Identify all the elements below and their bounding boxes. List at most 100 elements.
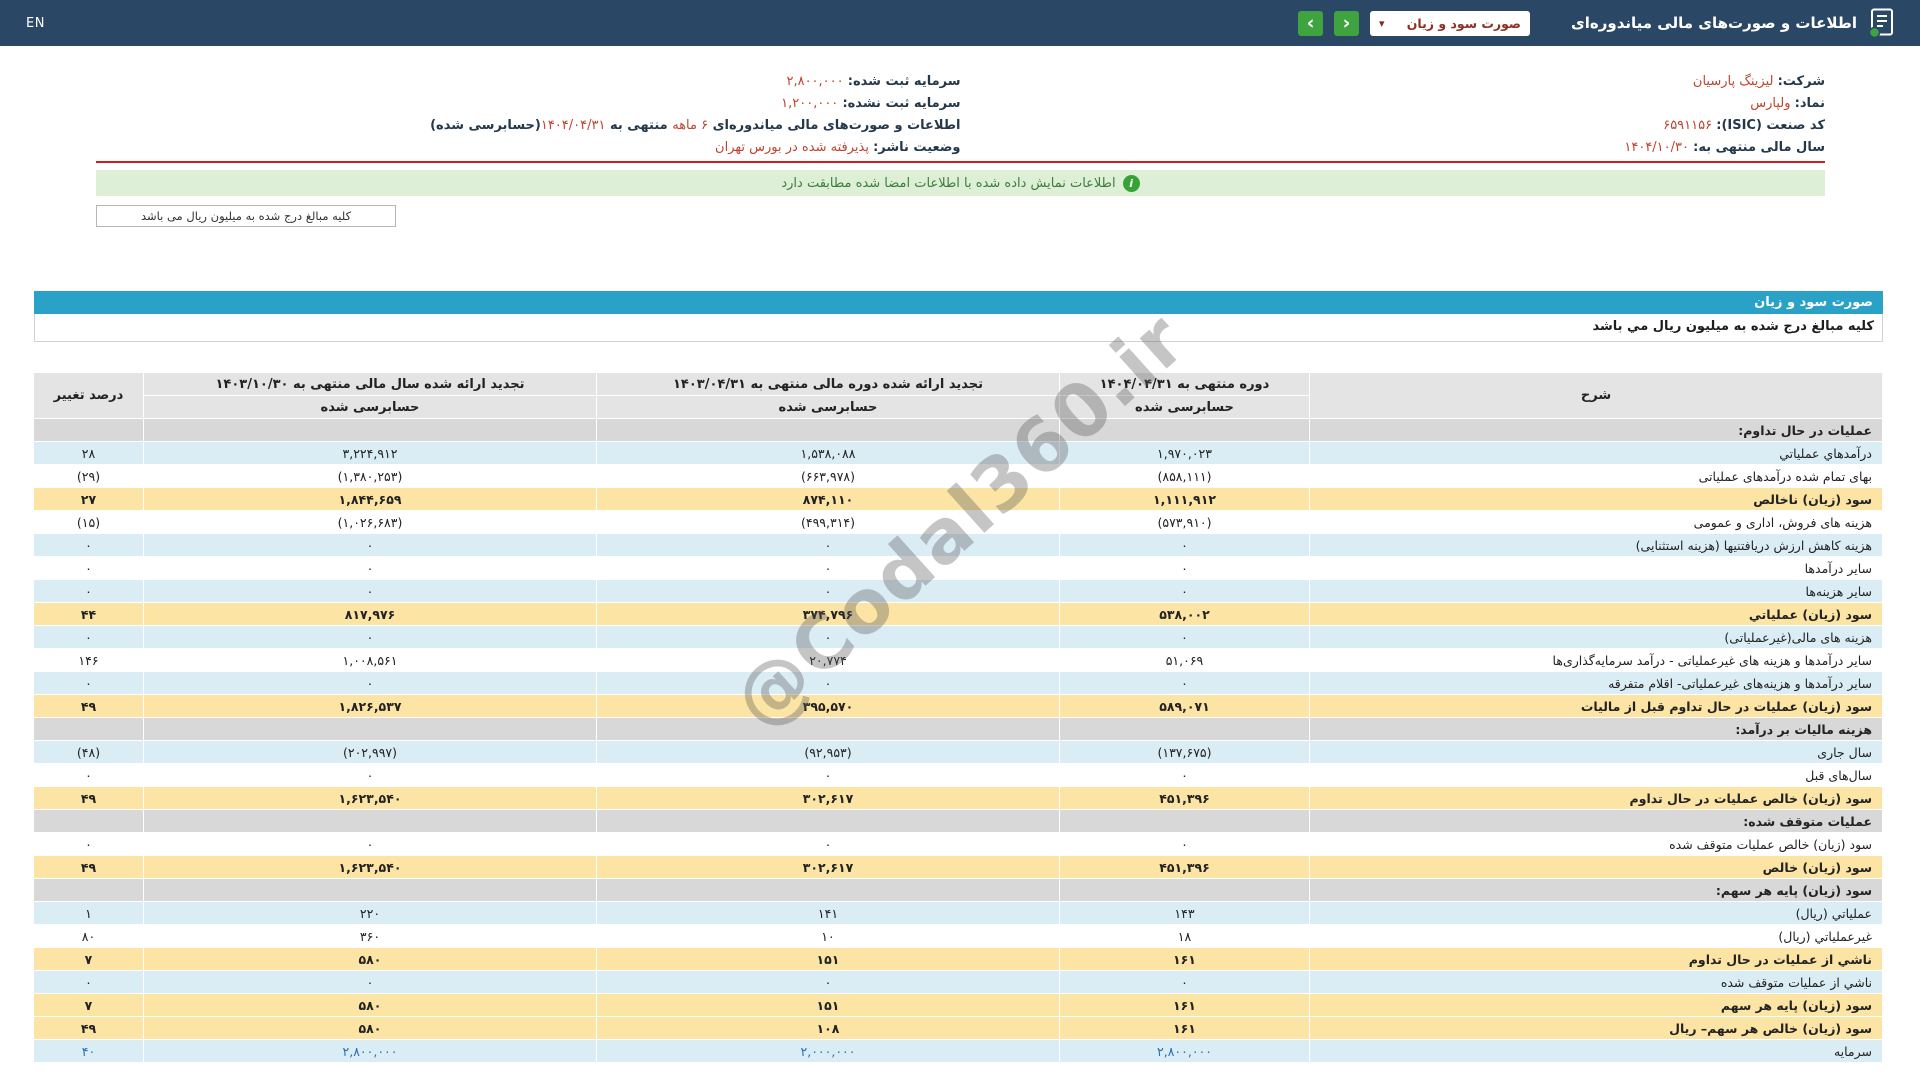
value-pct-change: ۰ xyxy=(33,556,144,580)
value-pct-change: ۰ xyxy=(33,533,144,557)
table-row: غیرعملیاتي (ریال) ۱۸ ۱۰ ۳۶۰ ۸۰ xyxy=(33,924,1883,948)
table-row: سایر درآمدها و هزینه های غیرعملیاتی - در… xyxy=(33,648,1883,672)
value-pct-change: ۰ xyxy=(33,625,144,649)
row-label: درآمدهاي عملیاتي xyxy=(1309,441,1883,465)
value-prior-year: ۰ xyxy=(143,832,597,856)
company-name: لیزینگ پارسیان xyxy=(1692,74,1774,89)
value-prior-period: ۰ xyxy=(596,671,1060,695)
value-pct-change: ۱ xyxy=(33,901,144,925)
unit-note-box: کلیه مبالغ درج شده به میلیون ریال می باش… xyxy=(96,205,396,227)
value-current-period: ۱۶۱ xyxy=(1059,1016,1310,1040)
column-header-description: شرح xyxy=(1309,372,1883,419)
value-pct-change xyxy=(33,418,144,442)
top-header-bar: اطلاعات و صورت‌های مالی میاندوره‌ای صورت… xyxy=(0,0,1920,46)
value-current-period xyxy=(1059,717,1310,741)
value-prior-period: ۱۵۱ xyxy=(596,947,1060,971)
value-prior-period xyxy=(596,418,1060,442)
table-row: بهای تمام شده درآمدهای عملیاتی (۸۵۸,۱۱۱)(… xyxy=(33,464,1883,488)
value-prior-period: (۴۹۹,۳۱۴) xyxy=(596,510,1060,534)
table-row: سود (زیان) خالص هر سهم– ریال ۱۶۱ ۱۰۸ ۵۸۰ ۴۹ xyxy=(33,1016,1883,1040)
value-current-period: ۰ xyxy=(1059,832,1310,856)
value-prior-period: ۱۴۱ xyxy=(596,901,1060,925)
value-current-period xyxy=(1059,878,1310,902)
table-row: سایر درآمدها ۰ ۰ ۰ ۰ xyxy=(33,556,1883,580)
value-current-period: ۱۶۱ xyxy=(1059,993,1310,1017)
column-header-prior-year: تجدید ارائه شده سال مالی منتهی به ۱۴۰۳/۱… xyxy=(143,372,597,396)
registered-capital-value: ۲,۸۰۰,۰۰۰ xyxy=(786,74,844,89)
table-row: هزینه های فروش، اداری و عمومی (۵۷۳,۹۱۰) (۴… xyxy=(33,510,1883,534)
fiscal-year-value: ۱۴۰۴/۱۰/۳۰ xyxy=(1624,140,1689,155)
fiscal-year-label: سال مالی منتهی به: xyxy=(1693,140,1825,155)
period-row: اطلاعات و صورت‌های مالی میاندوره‌ای ۶ ما… xyxy=(96,115,960,137)
registered-capital-row: سرمایه ثبت شده: ۲,۸۰۰,۰۰۰ xyxy=(96,71,960,93)
section-label: عملیات در حال تداوم: xyxy=(1309,418,1883,442)
value-prior-year xyxy=(143,878,597,902)
row-label: سال‌های قبل xyxy=(1309,763,1883,787)
value-current-period: ۰ xyxy=(1059,579,1310,603)
value-pct-change: ۷ xyxy=(33,947,144,971)
value-prior-year: ۱,۶۲۳,۵۴۰ xyxy=(143,786,597,810)
value-current-period: ۱۸ xyxy=(1059,924,1310,948)
value-current-period: ۰ xyxy=(1059,970,1310,994)
row-label: هزینه کاهش ارزش دریافتنیها (هزینه استثنا… xyxy=(1309,533,1883,557)
info-icon: i xyxy=(1122,174,1140,192)
page-title: اطلاعات و صورت‌های مالی میاندوره‌ای xyxy=(1571,14,1857,32)
row-label: سرمایه xyxy=(1309,1039,1883,1063)
value-prior-year: ۰ xyxy=(143,556,597,580)
value-prior-year: ۱,۶۲۳,۵۴۰ xyxy=(143,855,597,879)
table-row: سود (زیان) خالص ۴۵۱,۳۹۶ ۳۰۲,۶۱۷ ۱,۶۲۳,۵۴۰ ۴۹ xyxy=(33,855,1883,879)
value-prior-year: ۳,۲۲۴,۹۱۲ xyxy=(143,441,597,465)
row-label: سود (زیان) عملیات در حال تداوم قبل از ما… xyxy=(1309,694,1883,718)
value-pct-change: (۱۵) xyxy=(33,510,144,534)
value-pct-change: ۲۷ xyxy=(33,487,144,511)
audited-label-prior-year: حسابرسی شده xyxy=(143,395,597,419)
value-prior-period: ۸۷۴,۱۱۰ xyxy=(596,487,1060,511)
unit-note-wrapper: کلیه مبالغ درج شده به میلیون ریال می باش… xyxy=(96,205,1825,227)
table-row: سود (زیان) پایه هر سهم ۱۶۱ ۱۵۱ ۵۸۰ ۷ xyxy=(33,993,1883,1017)
table-row: سال‌های قبل ۰ ۰ ۰ ۰ xyxy=(33,763,1883,787)
audited-label-prior-period: حسابرسی شده xyxy=(596,395,1060,419)
language-toggle-en[interactable]: EN xyxy=(26,16,45,31)
value-pct-change: ۰ xyxy=(33,832,144,856)
value-current-period: ۱۶۱ xyxy=(1059,947,1310,971)
column-header-pct-change: درصد تغییر xyxy=(33,372,144,419)
row-label: سود (زیان) خالص xyxy=(1309,855,1883,879)
section-label: هزینه مالیات بر درآمد: xyxy=(1309,717,1883,741)
value-current-period[interactable]: ۲,۸۰۰,۰۰۰ xyxy=(1059,1039,1310,1063)
value-prior-year: ۰ xyxy=(143,763,597,787)
row-label: هزینه های مالی(غیرعملیاتی) xyxy=(1309,625,1883,649)
value-current-period: ۵۸۹,۰۷۱ xyxy=(1059,694,1310,718)
value-prior-period: ۰ xyxy=(596,763,1060,787)
table-row: سود (زيان) عملیاتي ۵۳۸,۰۰۲ ۳۷۴,۷۹۶ ۸۱۷,۹۷۶ ۴… xyxy=(33,602,1883,626)
statement-section: صورت سود و زیان کلیه مبالغ درج شده به می… xyxy=(33,291,1883,1063)
value-prior-period: ۰ xyxy=(596,556,1060,580)
value-current-period: (۱۳۷,۶۷۵) xyxy=(1059,740,1310,764)
income-statement-table: شرح دوره منتهی به ۱۴۰۴/۰۴/۳۱ تجدید ارائه… xyxy=(33,372,1883,1063)
prev-statement-button[interactable]: ‹ xyxy=(1334,10,1360,36)
row-label: سود (زیان) خالص عملیات متوقف شده xyxy=(1309,832,1883,856)
value-pct-change: ۰ xyxy=(33,970,144,994)
value-prior-year: ۰ xyxy=(143,625,597,649)
row-label: سایر درآمدها و هزینه های غیرعملیاتی - در… xyxy=(1309,648,1883,672)
value-prior-year[interactable]: ۲,۸۰۰,۰۰۰ xyxy=(143,1039,597,1063)
column-header-current-period: دوره منتهی به ۱۴۰۴/۰۴/۳۱ xyxy=(1059,372,1310,396)
value-prior-year: ۱,۸۲۶,۵۳۷ xyxy=(143,694,597,718)
row-label: سود (زیان) خالص هر سهم– ریال xyxy=(1309,1016,1883,1040)
next-statement-button[interactable]: › xyxy=(1298,10,1324,36)
value-prior-period: ۳۰۲,۶۱۷ xyxy=(596,786,1060,810)
value-prior-year: ۰ xyxy=(143,533,597,557)
table-row: سال جاری (۱۳۷,۶۷۵) (۹۲,۹۵۳) (۲۰۲,۹۹۷) (۴۸) xyxy=(33,740,1883,764)
row-label: سایر هزینه‌ها xyxy=(1309,579,1883,603)
value-prior-period: ۱,۵۳۸,۰۸۸ xyxy=(596,441,1060,465)
value-pct-change xyxy=(33,809,144,833)
banner-text: اطلاعات نمایش داده شده با اطلاعات امضا ش… xyxy=(781,175,1116,191)
value-pct-change[interactable]: ۴۰ xyxy=(33,1039,144,1063)
value-pct-change: (۴۸) xyxy=(33,740,144,764)
value-current-period: ۰ xyxy=(1059,763,1310,787)
value-prior-period[interactable]: ۲,۰۰۰,۰۰۰ xyxy=(596,1039,1060,1063)
report-type-dropdown[interactable]: صورت سود و زیان ▾ xyxy=(1370,10,1531,36)
row-label: سود (زيان) عملیاتي xyxy=(1309,602,1883,626)
row-label: ناشي از عملیات متوقف شده xyxy=(1309,970,1883,994)
period-mid: منتهی به xyxy=(605,118,673,133)
value-current-period: ۴۵۱,۳۹۶ xyxy=(1059,786,1310,810)
